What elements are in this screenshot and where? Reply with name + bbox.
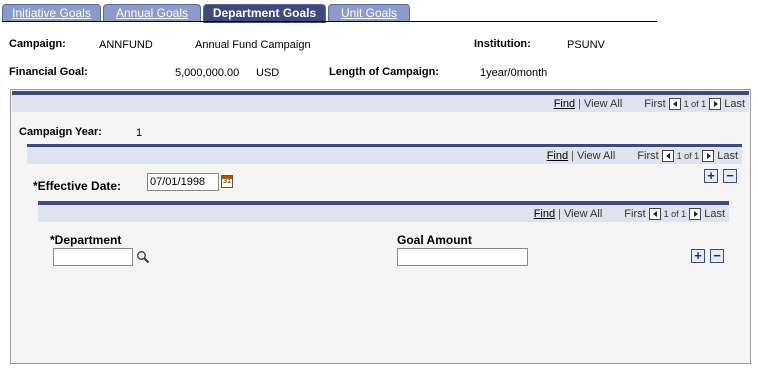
financial-goal-currency: USD bbox=[256, 67, 280, 79]
add-row-button[interactable]: + bbox=[704, 169, 718, 183]
effective-date-label: *Effective Date: bbox=[33, 179, 122, 193]
view-all-link[interactable]: View All bbox=[584, 98, 622, 110]
tab-divider bbox=[2, 21, 657, 22]
financial-goal-value: 5,000,000.00 bbox=[175, 67, 240, 79]
add-department-button[interactable]: + bbox=[691, 249, 705, 263]
calendar-icon[interactable]: 31 bbox=[221, 175, 233, 188]
remove-department-button[interactable]: − bbox=[710, 249, 724, 263]
first-label: First bbox=[637, 149, 659, 162]
find-link[interactable]: Find bbox=[547, 150, 568, 162]
campaign-year-label: Campaign Year: bbox=[19, 126, 102, 138]
institution-label: Institution: bbox=[474, 38, 531, 50]
tab-unit-goals[interactable]: Unit Goals bbox=[328, 4, 410, 22]
campaign-year-nav: Find | View All First 1 of 1 Last bbox=[12, 95, 749, 112]
page-of: 1 of 1 bbox=[663, 208, 687, 219]
next-arrow-icon[interactable] bbox=[709, 97, 722, 110]
first-label: First bbox=[624, 207, 646, 220]
length-value: 1year/0month bbox=[480, 67, 548, 79]
prev-arrow-icon[interactable] bbox=[668, 97, 681, 110]
tab-annual-goals[interactable]: Annual Goals bbox=[103, 4, 201, 22]
department-nav: Find | View All First 1 of 1 Last bbox=[38, 205, 729, 222]
department-input[interactable] bbox=[53, 248, 133, 266]
prev-arrow-icon[interactable] bbox=[661, 149, 674, 162]
campaign-year-value: 1 bbox=[136, 127, 143, 139]
effective-date-input[interactable] bbox=[147, 173, 219, 191]
lookup-icon[interactable] bbox=[136, 250, 150, 264]
last-label: Last bbox=[724, 97, 745, 110]
view-all-link[interactable]: View All bbox=[564, 208, 602, 220]
goal-amount-label: Goal Amount bbox=[397, 233, 472, 247]
campaign-name: Annual Fund Campaign bbox=[195, 39, 311, 51]
page-of: 1 of 1 bbox=[676, 150, 700, 161]
next-arrow-icon[interactable] bbox=[702, 149, 715, 162]
remove-row-button[interactable]: − bbox=[723, 169, 737, 183]
campaign-year-scroll-area bbox=[10, 89, 751, 364]
financial-goal-label: Financial Goal: bbox=[9, 66, 88, 78]
prev-arrow-icon[interactable] bbox=[648, 207, 661, 220]
department-label: *Department bbox=[50, 233, 122, 247]
find-link[interactable]: Find bbox=[534, 208, 555, 220]
length-label: Length of Campaign: bbox=[329, 66, 439, 78]
last-label: Last bbox=[717, 149, 738, 162]
find-link[interactable]: Find bbox=[554, 98, 575, 110]
next-arrow-icon[interactable] bbox=[689, 207, 702, 220]
tab-initiative-goals[interactable]: Initiative Goals bbox=[2, 4, 101, 22]
effective-date-nav: Find | View All First 1 of 1 Last bbox=[27, 147, 742, 164]
first-label: First bbox=[644, 97, 666, 110]
goal-amount-input[interactable] bbox=[397, 248, 528, 266]
campaign-code: ANNFUND bbox=[99, 39, 153, 51]
view-all-link[interactable]: View All bbox=[577, 150, 615, 162]
campaign-label: Campaign: bbox=[9, 38, 66, 50]
last-label: Last bbox=[704, 207, 725, 220]
page-of: 1 of 1 bbox=[683, 98, 707, 109]
institution-value: PSUNV bbox=[567, 39, 605, 51]
